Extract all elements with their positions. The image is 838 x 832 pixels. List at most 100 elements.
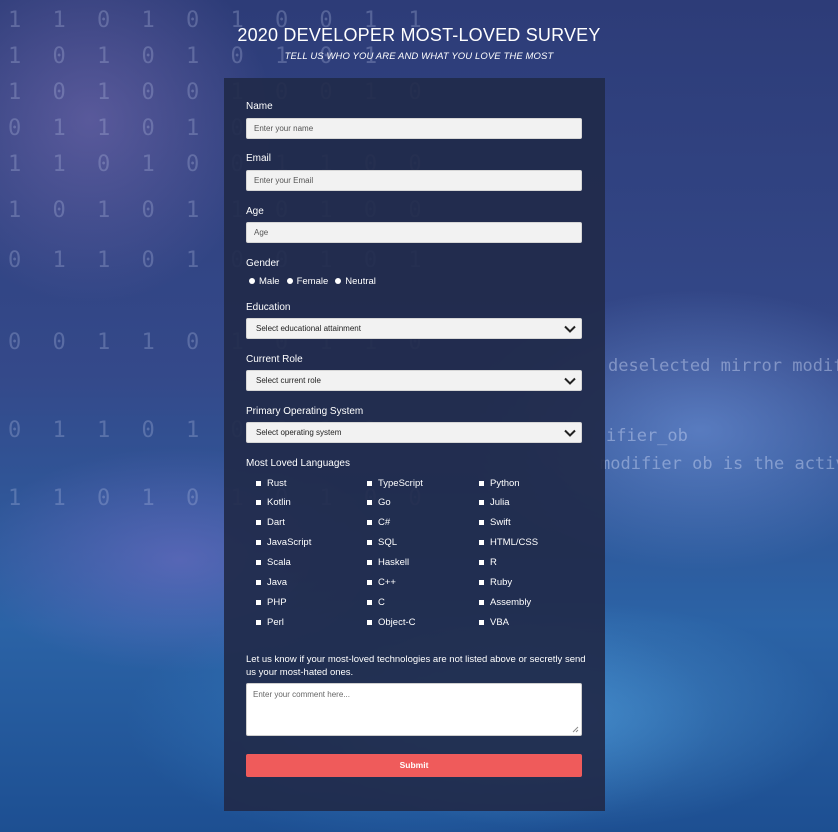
- checkbox[interactable]: [479, 619, 484, 625]
- gender-option-female[interactable]: Female: [286, 276, 328, 287]
- language-label: SQL: [378, 536, 398, 548]
- checkbox[interactable]: [367, 599, 372, 605]
- language-option-r[interactable]: R: [479, 556, 497, 568]
- checkbox[interactable]: [367, 519, 372, 525]
- checkbox[interactable]: [256, 559, 261, 565]
- language-label: Java: [267, 576, 288, 588]
- language-label: Rust: [267, 477, 287, 489]
- gender-radio-group: Male Female Neutral: [249, 275, 383, 287]
- role-label: Current Role: [246, 354, 303, 365]
- language-option-julia[interactable]: Julia: [479, 496, 510, 508]
- resize-grip-icon[interactable]: [572, 726, 579, 733]
- checkbox[interactable]: [256, 519, 261, 525]
- language-label: Dart: [267, 516, 285, 528]
- language-option-sql[interactable]: SQL: [367, 536, 397, 548]
- language-option-python[interactable]: Python: [479, 477, 520, 489]
- education-select[interactable]: Select educational attainment: [246, 318, 582, 339]
- checkbox[interactable]: [367, 480, 372, 486]
- language-option-ruby[interactable]: Ruby: [479, 576, 512, 588]
- language-label: VBA: [490, 616, 510, 628]
- name-label: Name: [246, 101, 273, 112]
- language-option-php[interactable]: PHP: [256, 596, 287, 608]
- checkbox[interactable]: [256, 619, 261, 625]
- name-input[interactable]: Enter your name: [246, 118, 582, 139]
- checkbox[interactable]: [367, 559, 372, 565]
- chevron-down-icon: [564, 325, 576, 333]
- language-option-haskell[interactable]: Haskell: [367, 556, 409, 568]
- age-input[interactable]: Age: [246, 222, 582, 243]
- radio-button[interactable]: [335, 278, 342, 284]
- survey-header: 2020 DEVELOPER MOST-LOVED SURVEY TELL US…: [0, 24, 838, 62]
- checkbox[interactable]: [256, 480, 261, 486]
- language-label: C: [378, 596, 385, 608]
- language-option-kotlin[interactable]: Kotlin: [256, 496, 291, 508]
- os-selected-value: Select operating system: [256, 428, 342, 437]
- language-option-html-css[interactable]: HTML/CSS: [479, 536, 538, 548]
- language-label: Julia: [490, 496, 510, 508]
- checkbox[interactable]: [479, 480, 484, 486]
- checkbox[interactable]: [256, 599, 261, 605]
- language-option-scala[interactable]: Scala: [256, 556, 291, 568]
- education-selected-value: Select educational attainment: [256, 324, 361, 333]
- os-select[interactable]: Select operating system: [246, 422, 582, 443]
- survey-form: Name Enter your name Email Enter your Em…: [224, 78, 605, 811]
- chevron-down-icon: [564, 377, 576, 385]
- language-option-go[interactable]: Go: [367, 496, 391, 508]
- language-label: Assembly: [490, 596, 532, 608]
- gender-option-label: Neutral: [345, 275, 376, 287]
- language-option-vba[interactable]: VBA: [479, 616, 509, 628]
- role-select[interactable]: Select current role: [246, 370, 582, 391]
- language-option-csharp[interactable]: C#: [367, 516, 390, 528]
- gender-option-neutral[interactable]: Neutral: [335, 276, 376, 287]
- checkbox[interactable]: [367, 619, 372, 625]
- background-code-text: deselected mirror modifier: [608, 356, 838, 376]
- submit-button[interactable]: Submit: [246, 754, 582, 777]
- language-option-swift[interactable]: Swift: [479, 516, 511, 528]
- checkbox[interactable]: [479, 539, 484, 545]
- language-option-perl[interactable]: Perl: [256, 616, 284, 628]
- languages-label: Most Loved Languages: [246, 458, 350, 469]
- os-label: Primary Operating System: [246, 406, 364, 417]
- gender-label: Gender: [246, 258, 280, 269]
- role-selected-value: Select current role: [256, 376, 321, 385]
- language-option-dart[interactable]: Dart: [256, 516, 285, 528]
- radio-button[interactable]: [249, 278, 255, 284]
- email-input[interactable]: Enter your Email: [246, 170, 582, 191]
- comment-label: Let us know if your most-loved technolog…: [246, 654, 586, 678]
- language-label: Scala: [267, 556, 291, 568]
- language-option-assembly[interactable]: Assembly: [479, 596, 531, 608]
- language-label: Object-C: [378, 616, 416, 628]
- language-option-typescript[interactable]: TypeScript: [367, 477, 423, 489]
- checkbox[interactable]: [479, 499, 484, 505]
- language-label: TypeScript: [378, 477, 423, 489]
- education-label: Education: [246, 302, 291, 313]
- language-option-c[interactable]: C: [367, 596, 385, 608]
- language-label: Haskell: [378, 556, 410, 568]
- language-option-object-c[interactable]: Object-C: [367, 616, 415, 628]
- checkbox[interactable]: [479, 559, 484, 565]
- checkbox[interactable]: [256, 539, 261, 545]
- language-label: Kotlin: [267, 496, 291, 508]
- language-label: Perl: [267, 616, 284, 628]
- radio-button[interactable]: [286, 278, 293, 284]
- checkbox[interactable]: [367, 579, 372, 585]
- comment-textarea[interactable]: Enter your comment here...: [246, 683, 582, 736]
- language-label: Ruby: [490, 576, 513, 588]
- language-option-javascript[interactable]: JavaScript: [256, 536, 311, 548]
- checkbox[interactable]: [367, 539, 372, 545]
- language-label: PHP: [267, 596, 287, 608]
- language-label: C++: [378, 576, 396, 588]
- checkbox[interactable]: [367, 499, 372, 505]
- gender-option-male[interactable]: Male: [249, 276, 280, 287]
- checkbox[interactable]: [256, 499, 261, 505]
- checkbox[interactable]: [256, 579, 261, 585]
- language-option-rust[interactable]: Rust: [256, 477, 287, 489]
- checkbox[interactable]: [479, 519, 484, 525]
- language-option-java[interactable]: Java: [256, 576, 287, 588]
- chevron-down-icon: [564, 429, 576, 437]
- language-option-cpp[interactable]: C++: [367, 576, 396, 588]
- email-label: Email: [246, 153, 272, 164]
- checkbox[interactable]: [479, 599, 484, 605]
- language-label: R: [490, 556, 497, 568]
- checkbox[interactable]: [479, 579, 484, 585]
